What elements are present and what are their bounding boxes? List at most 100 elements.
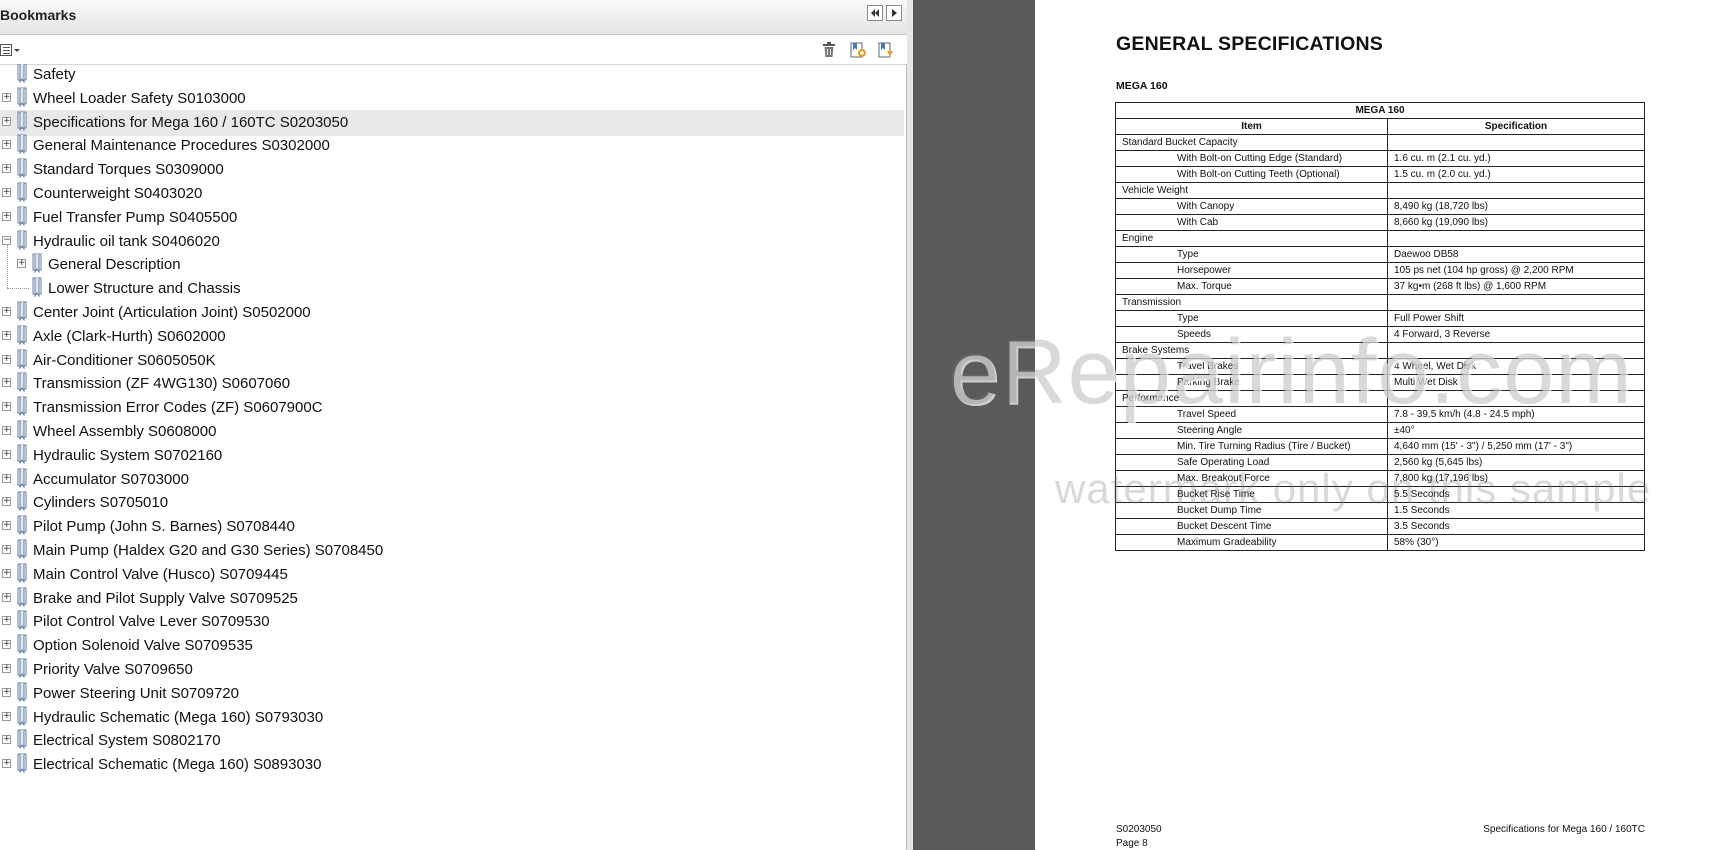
table-cell-item: Parking Brake [1115, 374, 1388, 391]
bookmark-label: Pilot Pump (John S. Barnes) S0708440 [33, 518, 295, 536]
bookmark-item[interactable]: + Priority Valve S0709650 [0, 657, 904, 683]
bookmark-item[interactable]: + Cylinders S0705010 [0, 490, 904, 516]
bookmark-item[interactable]: + Pilot Control Valve Lever S0709530 [0, 609, 904, 635]
bookmark-item[interactable]: − Hydraulic oil tank S0406020 [0, 229, 904, 255]
expand-plus-icon[interactable]: + [2, 426, 11, 435]
expand-plus-icon[interactable]: + [2, 640, 11, 650]
bookmark-item[interactable]: + Specifications for Mega 160 / 160TC S02… [0, 109, 904, 136]
double-chevron-left-icon[interactable] [867, 5, 883, 21]
bookmark-label: Main Control Valve (Husco) S0709445 [33, 565, 288, 583]
table-cell-specification: 3.5 Seconds [1387, 518, 1645, 535]
bookmark-item[interactable]: + Electrical Schematic (Mega 160) S089303… [0, 752, 904, 778]
column-header-item: Item [1115, 118, 1388, 135]
expand-plus-icon[interactable]: + [17, 259, 26, 269]
expand-plus-icon[interactable]: + [2, 616, 11, 626]
list-options-icon[interactable] [0, 40, 22, 60]
table-row: Travel Brakes 4 Wheel, Wet Disk [1115, 358, 1645, 375]
expand-plus-icon[interactable]: + [2, 687, 11, 697]
expand-plus-icon[interactable]: + [2, 378, 11, 388]
bookmark-item[interactable]: Safety [0, 64, 904, 88]
expand-plus-icon[interactable]: + [2, 164, 11, 174]
expand-plus-icon[interactable]: + [2, 330, 11, 340]
bookmark-item[interactable]: + Center Joint (Articulation Joint) S0502… [0, 300, 904, 326]
table-cell-specification: 4,640 mm (15' - 3") / 5,250 mm (17' - 3"… [1387, 438, 1645, 455]
bookmark-label: Electrical Schematic (Mega 160) S0893030 [33, 756, 322, 774]
table-row: Brake Systems [1115, 342, 1645, 359]
collapse-minus-icon[interactable]: − [2, 235, 11, 245]
expand-plus-icon[interactable]: + [2, 759, 11, 769]
expand-plus-icon[interactable]: + [2, 211, 11, 221]
expand-plus-icon[interactable]: + [2, 521, 11, 531]
tree-connector-line [7, 244, 8, 289]
document-gutter [913, 0, 1035, 850]
new-bookmark-icon[interactable] [848, 40, 868, 60]
bookmark-item[interactable]: + Main Pump (Haldex G20 and G30 Series) S… [0, 538, 904, 564]
bookmark-item[interactable]: + Fuel Transfer Pump S0405500 [0, 205, 904, 231]
trash-icon[interactable] [819, 40, 839, 60]
expand-plus-icon[interactable]: + [2, 735, 11, 745]
bookmark-item[interactable]: + Transmission Error Codes (ZF) S0607900C [0, 395, 904, 421]
expand-plus-icon[interactable]: + [2, 140, 11, 150]
bookmark-label: Hydraulic Schematic (Mega 160) S0793030 [33, 708, 324, 726]
expand-plus-icon[interactable]: + [2, 402, 11, 412]
expand-plus-icon[interactable]: + [2, 354, 11, 364]
expand-plus-icon[interactable]: + [2, 449, 11, 459]
expand-plus-icon[interactable]: + [2, 711, 11, 721]
expand-plus-icon[interactable]: + [2, 307, 11, 316]
bookmark-item[interactable]: + Counterweight S0403020 [0, 181, 904, 207]
table-cell-item: Bucket Rise Time [1115, 486, 1388, 503]
expand-plus-icon[interactable]: + [2, 568, 11, 578]
bookmark-item[interactable]: + Wheel Loader Safety S0103000 [0, 86, 904, 112]
bookmark-label: Electrical System S0802170 [33, 732, 221, 750]
table-row: Max. Torque 37 kg•m (268 ft lbs) @ 1,600 … [1115, 278, 1645, 295]
bookmark-item[interactable]: + General Maintenance Procedures S0302000 [0, 133, 904, 159]
bookmark-item[interactable]: + Transmission (ZF 4WG130) S0607060 [0, 371, 904, 397]
table-cell-item: Min. Tire Turning Radius (Tire / Bucket) [1115, 438, 1388, 455]
table-row: Max. Breakout Force 7,800 kg (17,196 lbs) [1115, 470, 1645, 487]
table-row: Horsepower 105 ps net (104 hp gross) @ 2,… [1115, 262, 1645, 279]
bookmark-item[interactable]: + Hydraulic Schematic (Mega 160) S0793030 [0, 705, 904, 731]
table-row: Min. Tire Turning Radius (Tire / Bucket)… [1115, 438, 1645, 455]
expand-plus-icon[interactable]: + [2, 592, 11, 602]
bookmark-label: General Maintenance Procedures S0302000 [33, 137, 330, 155]
footer-section-code: S0203050 [1116, 824, 1162, 835]
bookmark-properties-icon[interactable] [876, 40, 896, 60]
expand-plus-icon[interactable]: + [2, 92, 11, 102]
table-cell-specification: 7.8 - 39.5 km/h (4.8 - 24.5 mph) [1387, 406, 1645, 423]
bookmark-label: Main Pump (Haldex G20 and G30 Series) S0… [33, 542, 384, 559]
bookmark-icon [15, 729, 29, 751]
expand-plus-icon[interactable]: + [2, 188, 11, 197]
bookmark-item[interactable]: + Brake and Pilot Supply Valve S0709525 [0, 586, 904, 612]
bookmark-item[interactable]: + Air-Conditioner S0605050K [0, 348, 904, 374]
triangle-right-icon[interactable] [886, 5, 902, 21]
bookmark-item[interactable]: + Option Solenoid Valve S0709535 [0, 633, 904, 659]
bookmark-item[interactable]: + Standard Torques S0309000 [0, 157, 904, 183]
bookmark-item[interactable]: + Electrical System S0802170 [0, 728, 904, 754]
bookmark-item[interactable]: + Axle (Clark-Hurth) S0602000 [0, 324, 904, 350]
document-page: GENERAL SPECIFICATIONS MEGA 160 MEGA 160… [1035, 0, 1716, 850]
bookmarks-panel-title: Bookmarks [0, 7, 77, 23]
bookmark-item[interactable]: Lower Structure and Chassis [0, 276, 904, 302]
table-cell-specification: 1.5 Seconds [1387, 502, 1645, 519]
expand-plus-icon[interactable]: + [2, 473, 11, 483]
bookmark-item[interactable]: + General Description [0, 252, 904, 278]
expand-plus-icon[interactable]: + [2, 545, 11, 554]
footer-page-number: Page 8 [1116, 838, 1148, 849]
expand-plus-icon[interactable]: + [2, 116, 11, 126]
bookmark-item[interactable]: + Pilot Pump (John S. Barnes) S0708440 [0, 514, 904, 540]
table-cell-item: With Bolt-on Cutting Edge (Standard) [1115, 150, 1388, 167]
table-row: Bucket Dump Time 1.5 Seconds [1115, 502, 1645, 519]
bookmark-item[interactable]: + Power Steering Unit S0709720 [0, 681, 904, 707]
expand-plus-icon[interactable]: + [2, 497, 11, 507]
bookmark-icon [15, 491, 29, 513]
table-cell-specification [1387, 342, 1645, 359]
expand-plus-icon[interactable]: + [2, 664, 11, 673]
bookmark-item[interactable]: + Hydraulic System S0702160 [0, 443, 904, 469]
bookmark-icon [15, 682, 29, 703]
bookmark-item[interactable]: + Accumulator S0703000 [0, 467, 904, 493]
bookmark-icon [15, 206, 29, 227]
table-row: Maximum Gradeability 58% (30°) [1115, 534, 1645, 551]
bookmark-item[interactable]: + Wheel Assembly S0608000 [0, 419, 904, 445]
bookmark-item[interactable]: + Main Control Valve (Husco) S0709445 [0, 562, 904, 588]
table-cell-specification: 8,490 kg (18,720 lbs) [1387, 198, 1645, 215]
